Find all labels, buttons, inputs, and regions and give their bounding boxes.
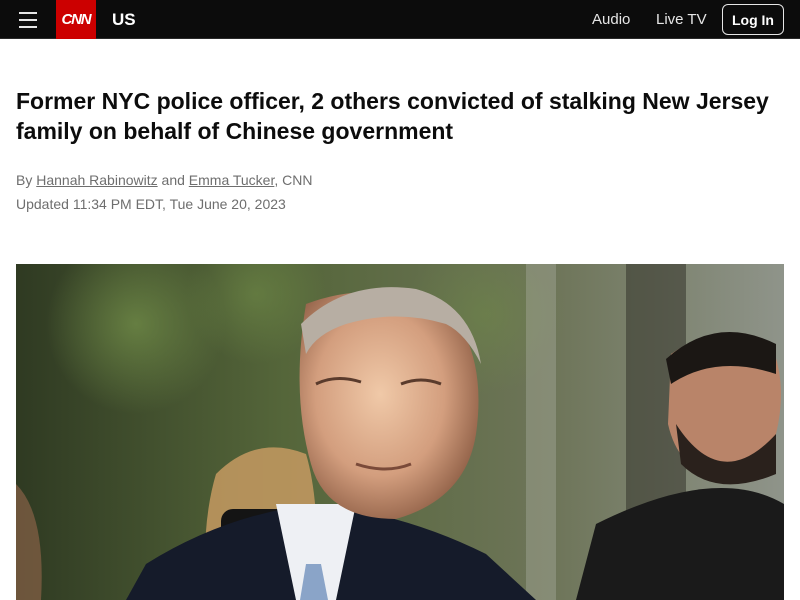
author-link-hannah-rabinowitz[interactable]: Hannah Rabinowitz: [36, 172, 157, 188]
hamburger-menu-icon[interactable]: [10, 0, 46, 39]
article-headline: Former NYC police officer, 2 others conv…: [16, 88, 769, 144]
updated-timestamp: Updated 11:34 PM EDT, Tue June 20, 2023: [16, 196, 286, 212]
menu-bar-line: [19, 18, 37, 21]
log-in-button[interactable]: Log In: [722, 4, 784, 35]
top-navigation-bar: CNN US Audio Live TV Log In: [0, 0, 800, 39]
lead-photo-illustration: [16, 264, 784, 600]
byline: By Hannah Rabinowitz and Emma Tucker, CN…: [16, 172, 313, 188]
article-lead-photo[interactable]: [16, 264, 784, 600]
byline-prefix: By: [16, 172, 33, 188]
author-link-emma-tucker[interactable]: Emma Tucker: [189, 172, 275, 188]
cnn-logo[interactable]: CNN: [56, 0, 96, 39]
section-title[interactable]: US: [112, 0, 136, 39]
menu-bar-line: [19, 25, 37, 28]
nav-audio-link[interactable]: Audio: [592, 0, 630, 39]
byline-suffix: , CNN: [274, 172, 313, 188]
menu-bar-line: [19, 11, 37, 14]
byline-joiner: and: [161, 172, 185, 188]
nav-live-tv-link[interactable]: Live TV: [656, 0, 707, 39]
